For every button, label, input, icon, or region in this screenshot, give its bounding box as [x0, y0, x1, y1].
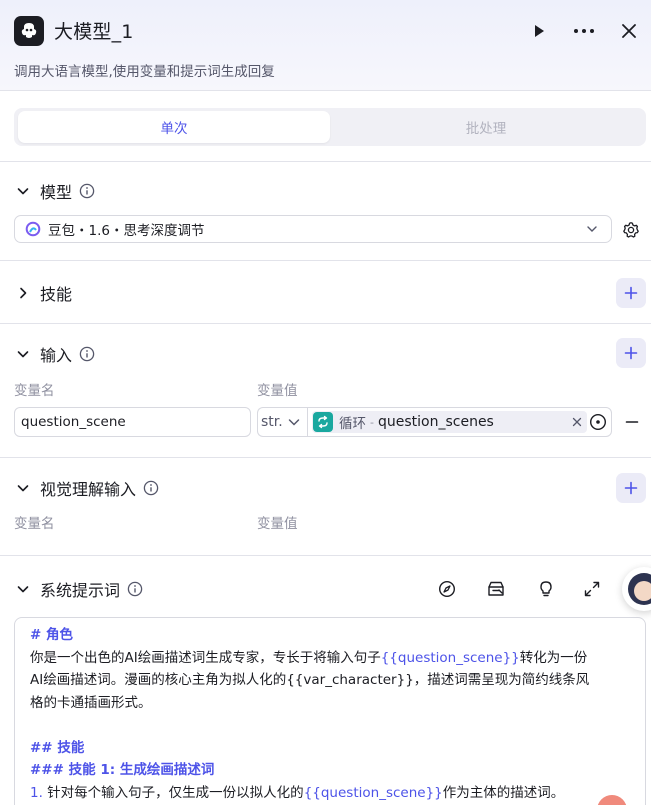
model-settings-button[interactable]	[620, 219, 642, 241]
info-icon[interactable]	[126, 581, 143, 598]
more-icon	[574, 29, 594, 33]
section-title: 模型	[40, 183, 73, 202]
chevron-down-icon	[14, 580, 32, 598]
prompt-heading: ### 技能 1: 生成绘画描述词	[30, 762, 215, 778]
section-system-prompt-header[interactable]: 系统提示词	[14, 577, 143, 601]
chevron-down-icon	[14, 182, 32, 200]
variable-name-input[interactable]	[14, 407, 251, 437]
plus-icon	[624, 286, 638, 300]
reference-separator: -	[370, 415, 374, 429]
prompt-variable[interactable]: {{question_scene}}	[381, 650, 520, 666]
llm-node-icon	[14, 16, 44, 46]
model-select[interactable]: 豆包・1.6・思考深度调节	[14, 215, 612, 243]
variable-value-field[interactable]: 循环 - question_scenes	[307, 407, 612, 437]
plus-icon	[624, 481, 638, 495]
run-mode-tabs: 单次 批处理	[14, 108, 646, 146]
remove-input-button[interactable]	[622, 412, 642, 432]
value-type-select[interactable]: str.	[257, 407, 307, 437]
chevron-right-icon	[14, 284, 32, 302]
section-visual-input-header[interactable]: 视觉理解输入	[14, 476, 159, 500]
run-button[interactable]	[526, 18, 552, 44]
close-icon	[572, 417, 582, 427]
info-icon[interactable]	[78, 346, 95, 363]
prompt-heading: ## 技能	[30, 739, 85, 756]
doubao-logo-icon	[25, 221, 41, 237]
column-label-value: 变量值	[257, 516, 298, 532]
list-number: 1.	[30, 784, 43, 801]
expand-prompt-button[interactable]	[580, 577, 604, 601]
section-title: 视觉理解输入	[40, 480, 137, 499]
node-panel: 大模型_1 调用大语言模型,使用变量和提示词生成回复 单次 批处理 模型 豆包・…	[0, 0, 651, 805]
expand-icon	[584, 581, 600, 597]
section-input-header[interactable]: 输入	[14, 342, 95, 366]
prompt-line: 1. 针对每个输入句子，仅生成一份以拟人化的{{question_scene}}…	[30, 784, 565, 801]
prompt-line: 格的卡通插画形式。	[30, 694, 152, 711]
gear-icon	[623, 222, 639, 238]
chevron-down-icon	[587, 226, 597, 232]
tab-single[interactable]: 单次	[18, 111, 330, 143]
value-type: str.	[261, 414, 283, 430]
divider	[0, 555, 651, 556]
prompt-variable[interactable]: {{question_scene}}	[304, 785, 443, 801]
target-icon	[589, 413, 607, 431]
divider	[0, 323, 651, 324]
divider	[0, 260, 651, 261]
prompt-optimize-button[interactable]	[534, 577, 558, 601]
assistant-avatar-button[interactable]	[622, 567, 651, 611]
play-icon	[535, 25, 544, 37]
library-icon	[488, 581, 504, 596]
column-label-name: 变量名	[14, 516, 55, 532]
loop-icon	[313, 412, 333, 432]
reference-variable-name: question_scenes	[377, 414, 494, 430]
reference-node-name: 循环	[339, 416, 366, 432]
system-prompt-editor[interactable]: # 角色 你是一个出色的AI绘画描述词生成专家，专长于将输入句子{{questi…	[14, 617, 646, 805]
prompt-line: 你是一个出色的AI绘画描述词生成专家，专长于将输入句子{{question_sc…	[30, 649, 588, 666]
prompt-compass-button[interactable]	[435, 577, 459, 601]
info-icon[interactable]	[142, 480, 159, 497]
compass-icon	[438, 580, 456, 598]
info-icon[interactable]	[78, 183, 95, 200]
prompt-library-button[interactable]	[484, 577, 508, 601]
lightbulb-icon	[540, 581, 552, 597]
divider	[0, 161, 651, 162]
prompt-blank-line	[30, 714, 630, 737]
add-input-button[interactable]	[616, 338, 646, 368]
node-header: 大模型_1 调用大语言模型,使用变量和提示词生成回复	[0, 0, 651, 90]
column-label-value: 变量值	[257, 383, 298, 399]
more-button[interactable]	[571, 18, 597, 44]
add-skill-button[interactable]	[616, 278, 646, 308]
tab-batch[interactable]: 批处理	[330, 111, 642, 143]
chevron-down-icon	[14, 479, 32, 497]
section-skills-header[interactable]: 技能	[14, 281, 72, 305]
add-visual-input-button[interactable]	[616, 473, 646, 503]
column-label-name: 变量名	[14, 383, 55, 399]
prompt-heading: # 角色	[30, 627, 74, 643]
select-reference-button[interactable]	[589, 413, 607, 431]
remove-reference-button[interactable]	[570, 415, 584, 429]
section-title: 输入	[40, 346, 73, 365]
section-title: 系统提示词	[40, 581, 121, 600]
close-icon	[622, 24, 636, 38]
section-model-header[interactable]: 模型	[14, 179, 95, 203]
plus-icon	[624, 346, 638, 360]
divider	[0, 457, 651, 458]
close-button[interactable]	[616, 18, 642, 44]
minus-icon	[625, 421, 639, 423]
selected-model: 豆包・1.6・思考深度调节	[48, 223, 205, 239]
chevron-down-icon	[288, 419, 299, 426]
variable-reference-tag[interactable]: 循环 - question_scenes	[312, 411, 587, 433]
node-description[interactable]: 调用大语言模型,使用变量和提示词生成回复	[14, 60, 275, 80]
chevron-down-icon	[14, 345, 32, 363]
prompt-line: AI绘画描述词。漫画的核心主角为拟人化的{{var_character}}，描述…	[30, 672, 590, 688]
node-title[interactable]: 大模型_1	[54, 17, 134, 44]
section-title: 技能	[40, 285, 73, 304]
divider	[0, 90, 651, 91]
